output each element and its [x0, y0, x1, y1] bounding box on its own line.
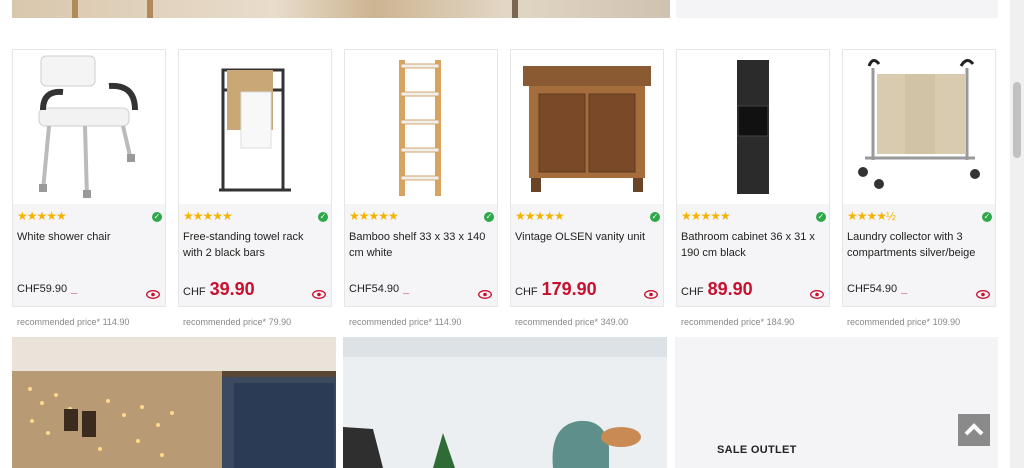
eye-icon[interactable] [146, 290, 160, 299]
product-card[interactable]: ★★★★½ ✓ Laundry collector with 3 compart… [842, 49, 996, 327]
price-dash: _ [71, 283, 78, 295]
product-info: ★★★★½ ✓ Laundry collector with 3 compart… [843, 204, 995, 327]
eye-icon[interactable] [478, 290, 492, 299]
currency: CHF [515, 286, 538, 298]
top-banner-image[interactable] [12, 0, 670, 18]
recommended-price: recommended price* 184.90 [681, 317, 795, 327]
product-info: ★★★★★ ✓ Free-standing towel rack with 2 … [179, 204, 331, 327]
product-name[interactable]: Bamboo shelf 33 x 33 x 140 cm white [349, 229, 491, 261]
eye-icon[interactable] [810, 290, 824, 299]
check-circle-icon: ✓ [484, 212, 494, 222]
product-image-towel-rack[interactable] [179, 50, 331, 204]
product-card[interactable]: ★★★★★ ✓ Bamboo shelf 33 x 33 x 140 cm wh… [344, 49, 498, 327]
recommended-price: recommended price* 114.90 [349, 317, 462, 327]
scrollbar-thumb[interactable] [1013, 82, 1021, 158]
price-row: CHF 179.90 [515, 279, 597, 301]
rating-stars: ★★★★★ [681, 209, 731, 223]
product-info: ★★★★★ ✓ Bathroom cabinet 36 x 31 x 190 c… [677, 204, 829, 327]
check-circle-icon: ✓ [650, 212, 660, 222]
price: 59.90 [39, 283, 68, 295]
rating-stars: ★★★★★ [17, 209, 67, 223]
product-info: ★★★★★ ✓ White shower chair recommended p… [13, 204, 165, 327]
product-name[interactable]: Bathroom cabinet 36 x 31 x 190 cm black [681, 229, 823, 261]
page-scrollbar[interactable] [1010, 0, 1024, 468]
product-info: ★★★★★ ✓ Vintage OLSEN vanity unit recomm… [511, 204, 663, 327]
sale-outlet-panel[interactable]: SALE OUTLET [675, 337, 998, 468]
product-name[interactable]: Laundry collector with 3 compartments si… [847, 229, 989, 261]
product-image-vanity-unit[interactable] [511, 50, 663, 204]
product-image-shower-chair[interactable] [13, 50, 165, 204]
product-image-laundry-collector[interactable] [843, 50, 995, 204]
currency: CHF [847, 283, 870, 295]
scroll-to-top-button[interactable] [958, 414, 990, 446]
price: 89.90 [707, 279, 753, 299]
price: 54.90 [869, 283, 898, 295]
currency: CHF [349, 283, 372, 295]
currency: CHF [17, 283, 40, 295]
rating-stars: ★★★★½ [847, 209, 896, 223]
currency: CHF [681, 286, 704, 298]
check-circle-icon: ✓ [816, 212, 826, 222]
check-circle-icon: ✓ [152, 212, 162, 222]
price: 39.90 [209, 279, 255, 299]
price-row: CHF 39.90 [183, 279, 255, 301]
rating-stars: ★★★★★ [183, 209, 233, 223]
product-info: ★★★★★ ✓ Bamboo shelf 33 x 33 x 140 cm wh… [345, 204, 497, 327]
product-image-bathroom-cabinet[interactable] [677, 50, 829, 204]
product-image-bamboo-shelf[interactable] [345, 50, 497, 204]
product-name[interactable]: White shower chair [17, 229, 159, 245]
price: 179.90 [541, 279, 597, 299]
recommended-price: recommended price* 79.90 [183, 317, 292, 327]
product-card[interactable]: ★★★★★ ✓ Bathroom cabinet 36 x 31 x 190 c… [676, 49, 830, 327]
product-card[interactable]: ★★★★★ ✓ Free-standing towel rack with 2 … [178, 49, 332, 327]
check-circle-icon: ✓ [318, 212, 328, 222]
sale-outlet-label: SALE OUTLET [717, 444, 797, 456]
price-dash: _ [403, 283, 410, 295]
currency: CHF [183, 286, 206, 298]
promo-image-fairy-lights-room[interactable] [12, 337, 336, 468]
price-row: CHF54.90 _ [847, 279, 907, 301]
product-card[interactable]: ★★★★★ ✓ White shower chair recommended p… [12, 49, 166, 327]
product-card[interactable]: ★★★★★ ✓ Vintage OLSEN vanity unit recomm… [510, 49, 664, 327]
page: ★★★★★ ✓ White shower chair recommended p… [0, 0, 1024, 468]
price-row: CHF54.90 _ [349, 279, 409, 301]
price: 54.90 [371, 283, 400, 295]
promo-image-living-room[interactable] [343, 337, 667, 468]
top-side-panel [676, 0, 998, 18]
rating-stars: ★★★★★ [515, 209, 565, 223]
eye-icon[interactable] [312, 290, 326, 299]
product-name[interactable]: Free-standing towel rack with 2 black ba… [183, 229, 325, 261]
recommended-price: recommended price* 114.90 [17, 317, 130, 327]
price-dash: _ [901, 283, 908, 295]
price-row: CHF59.90 _ [17, 279, 77, 301]
chevron-up-icon [964, 423, 984, 436]
product-name[interactable]: Vintage OLSEN vanity unit [515, 229, 657, 245]
recommended-price: recommended price* 349.00 [515, 317, 629, 327]
check-circle-icon: ✓ [982, 212, 992, 222]
recommended-price: recommended price* 109.90 [847, 317, 961, 327]
eye-icon[interactable] [976, 290, 990, 299]
eye-icon[interactable] [644, 290, 658, 299]
price-row: CHF 89.90 [681, 279, 753, 301]
rating-stars: ★★★★★ [349, 209, 399, 223]
